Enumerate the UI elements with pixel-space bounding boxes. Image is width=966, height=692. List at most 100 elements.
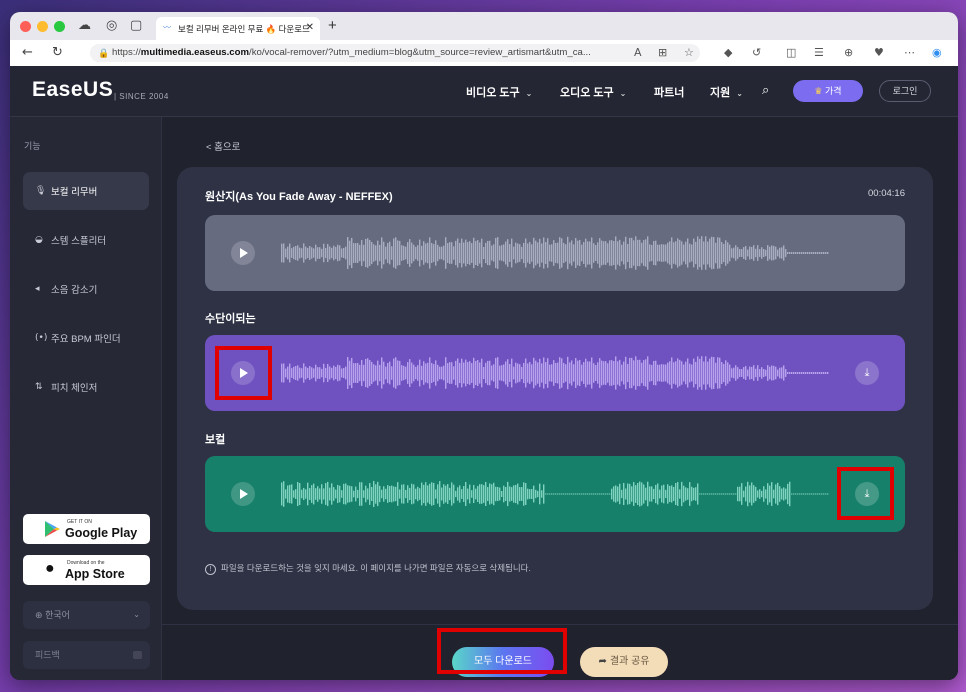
back-home-link[interactable]: < 홈으로: [206, 139, 240, 153]
browser-essentials-icon[interactable]: ♥: [874, 46, 884, 59]
favorite-star-icon[interactable]: ☆: [684, 46, 694, 59]
new-tab-button[interactable]: +: [328, 17, 337, 34]
waveform-bar: [531, 244, 533, 262]
google-play-icon: [45, 521, 60, 537]
favorites-list-icon[interactable]: ☰: [814, 46, 824, 59]
nav-support[interactable]: 지원 ⌄: [710, 84, 743, 100]
price-button[interactable]: ♛ 가격: [793, 80, 863, 102]
sidebar-item-noise-reducer[interactable]: ◂ 소음 감소기: [23, 270, 149, 308]
waveform-bar: [505, 487, 507, 501]
waveform-bar: [677, 238, 679, 268]
waveform-bar: [545, 362, 547, 384]
refresh-extension-icon[interactable]: ↺: [752, 46, 761, 59]
instrumental-download-button[interactable]: ⤓: [855, 361, 879, 385]
waveform-bar: [693, 238, 695, 268]
sidebar-item-stem-splitter[interactable]: ◒ 스템 스플리터: [23, 221, 149, 259]
waveform-bar: [573, 493, 575, 495]
vocal-download-button[interactable]: ⤓: [855, 482, 879, 506]
more-menu-icon[interactable]: ⋯: [904, 46, 915, 59]
instrumental-waveform[interactable]: [281, 348, 829, 398]
waveform-bar: [477, 486, 479, 502]
read-aloud-icon[interactable]: A: [634, 46, 642, 59]
google-play-button[interactable]: GET IT ON Google Play: [23, 514, 150, 544]
waveform-bar: [469, 361, 471, 385]
collections-icon[interactable]: ◎: [106, 18, 117, 33]
sidebar-item-vocal-remover[interactable]: 🎙 보컬 리무버: [23, 172, 149, 210]
vocal-play-button[interactable]: [231, 482, 255, 506]
login-button[interactable]: 로그인: [879, 80, 931, 102]
vocal-waveform[interactable]: [281, 469, 829, 519]
refresh-icon[interactable]: ↻: [52, 45, 63, 60]
search-icon[interactable]: ⌕: [762, 82, 769, 98]
waveform-bar: [797, 372, 799, 374]
waveform-bar: [741, 483, 743, 505]
waveform-bar: [323, 488, 325, 500]
waveform-bar: [557, 242, 559, 264]
share-result-button[interactable]: ➦ 결과 공유: [580, 647, 668, 677]
waveform-bar: [481, 358, 483, 388]
waveform-bar: [775, 366, 777, 380]
collections-button-icon[interactable]: ⊕: [844, 46, 853, 59]
tab-actions-icon[interactable]: ▢: [130, 18, 142, 33]
waveform-bar: [605, 241, 607, 265]
waveform-bar: [381, 237, 383, 269]
waveform-bar: [629, 357, 631, 389]
waveform-bar: [455, 240, 457, 266]
url-field[interactable]: 🔒 https://multimedia.easeus.com/ko/vocal-…: [90, 44, 700, 62]
sidebar-item-bpm-finder[interactable]: (•) 주요 BPM 파인더: [23, 319, 149, 357]
waveform-bar: [327, 363, 329, 383]
minimize-window-button[interactable]: [37, 21, 48, 32]
waveform-bar: [449, 362, 451, 384]
tab-close-icon[interactable]: ✕: [306, 22, 314, 33]
waveform-bar: [749, 485, 751, 503]
waveform-bar: [445, 357, 447, 389]
nav-partner[interactable]: 파트너: [654, 84, 684, 100]
waveform-bar: [375, 245, 377, 261]
download-all-button[interactable]: 모두 다운로드: [452, 647, 554, 677]
waveform-bar: [679, 239, 681, 267]
waveform-bar: [657, 364, 659, 382]
waveform-bar: [499, 365, 501, 381]
waveform-bar: [493, 244, 495, 262]
waveform-bar: [537, 362, 539, 384]
waveform-bar: [445, 237, 447, 269]
original-waveform[interactable]: [281, 228, 829, 278]
waveform-bar: [737, 247, 739, 259]
profile-icon[interactable]: ☁: [78, 18, 91, 33]
waveform-bar: [441, 487, 443, 501]
copilot-icon[interactable]: ◉: [932, 46, 942, 59]
browser-tab[interactable]: 〰 보컬 리무버 온라인 무료 🔥 다운로드 ✕: [156, 17, 320, 40]
app-available-icon[interactable]: ⊞: [658, 46, 667, 59]
easeus-logo[interactable]: EaseUS: [32, 78, 113, 102]
sidebar-item-pitch-changer[interactable]: ⇅ 피치 체인저: [23, 368, 149, 406]
waveform-bar: [543, 484, 545, 504]
chevron-down-icon: ⌄: [133, 610, 140, 619]
close-window-button[interactable]: [20, 21, 31, 32]
waveform-bar: [827, 372, 829, 374]
waveform-bar: [743, 247, 745, 259]
waveform-bar: [519, 244, 521, 262]
split-screen-icon[interactable]: ◫: [786, 46, 796, 59]
extension-icon[interactable]: ◆: [724, 46, 732, 59]
waveform-bar: [803, 493, 805, 495]
nav-video-tools[interactable]: 비디오 도구 ⌄: [466, 84, 532, 100]
waveform-bar: [645, 487, 647, 501]
waveform-bar: [747, 481, 749, 507]
waveform-bar: [413, 244, 415, 262]
back-arrow-icon[interactable]: ←: [22, 45, 33, 60]
maximize-window-button[interactable]: [54, 21, 65, 32]
waveform-bar: [377, 360, 379, 386]
waveform-bar: [601, 240, 603, 266]
language-select[interactable]: ⊕ 한국어 ⌄: [23, 601, 150, 629]
waveform-bar: [509, 244, 511, 262]
app-store-button[interactable]: ● Download on the App Store: [23, 555, 150, 585]
waveform-bar: [513, 246, 515, 260]
nav-audio-tools[interactable]: 오디오 도구 ⌄: [560, 84, 626, 100]
waveform-bar: [485, 482, 487, 506]
instrumental-play-button[interactable]: [231, 361, 255, 385]
waveform-bar: [767, 365, 769, 381]
feedback-button[interactable]: 피드백: [23, 641, 150, 669]
original-play-button[interactable]: [231, 241, 255, 265]
waveform-bar: [283, 243, 285, 263]
waveform-bar: [339, 485, 341, 503]
